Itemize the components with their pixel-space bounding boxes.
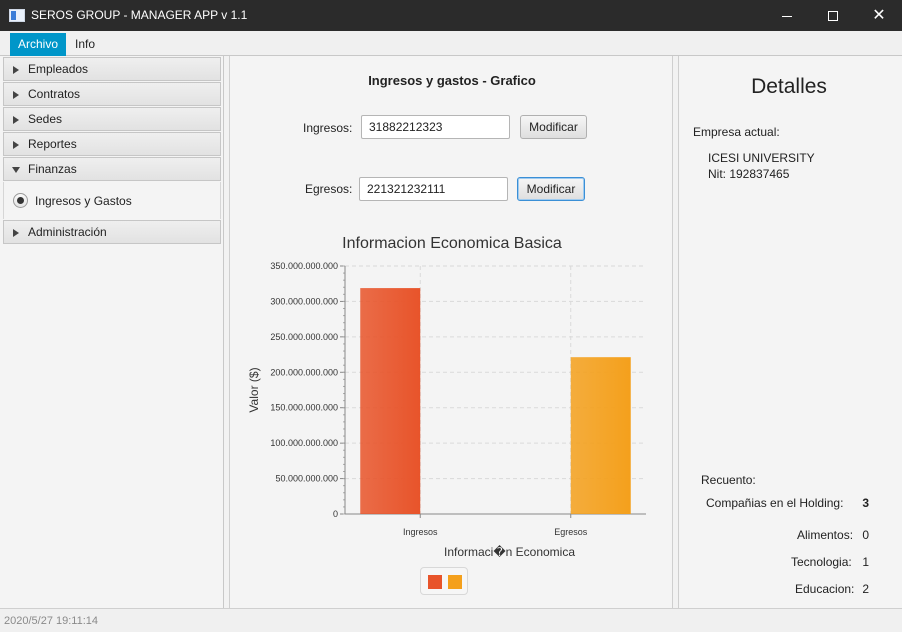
y-tick-label: 300.000.000.000 — [270, 296, 338, 306]
accordion-label: Administración — [28, 225, 107, 239]
y-tick-label: 350.000.000.000 — [270, 261, 338, 271]
menu-info[interactable]: Info — [67, 33, 103, 56]
legend-swatch-egresos — [448, 575, 462, 589]
menu-bar: Archivo Info — [0, 31, 902, 56]
tecnologia-value: 1 — [862, 555, 869, 569]
x-tick-label: Egresos — [554, 527, 588, 537]
y-tick-label: 250.000.000.000 — [270, 332, 338, 342]
empresa-actual-label: Empresa actual: — [693, 125, 780, 139]
y-tick-label: 150.000.000.000 — [270, 403, 338, 413]
y-axis-label: Valor ($) — [247, 367, 261, 412]
accordion-contratos[interactable]: Contratos — [3, 82, 221, 106]
accordion-empleados[interactable]: Empleados — [3, 57, 221, 81]
status-bar: 2020/5/27 19:11:14 — [0, 608, 902, 632]
holding-count-value: 3 — [862, 496, 869, 510]
y-tick-label: 50.000.000.000 — [275, 474, 338, 484]
close-icon: ✕ — [872, 7, 886, 24]
chevron-right-icon — [13, 66, 19, 74]
bar-chart: 0 50.000.000.000 100.000.000.000 150.000.00… — [247, 261, 646, 559]
chevron-right-icon — [13, 91, 19, 99]
bar-ingresos — [360, 288, 421, 514]
y-tick-label: 200.000.000.000 — [270, 367, 338, 377]
alimentos-label: Alimentos: — [797, 528, 854, 542]
details-panel: Detalles Empresa actual: ICESI UNIVERSIT… — [678, 56, 902, 608]
accordion-reportes[interactable]: Reportes — [3, 132, 221, 156]
holding-count-label: Compañias en el Holding: — [706, 496, 844, 510]
accordion-finanzas[interactable]: Finanzas — [3, 157, 221, 181]
ingresos-gastos-radio[interactable] — [13, 193, 28, 208]
x-tick-label: Ingresos — [403, 527, 438, 537]
y-tick-label: 100.000.000.000 — [270, 438, 338, 448]
tecnologia-label: Tecnologia: — [791, 555, 852, 569]
window-title: SEROS GROUP - MANAGER APP v 1.1 — [31, 8, 248, 22]
minimize-button[interactable] — [764, 0, 810, 31]
center-panel: Ingresos y gastos - Grafico Ingresos: 31… — [229, 56, 673, 608]
x-axis-label: Informaci�n Economica — [444, 545, 575, 559]
y-tick-label: 0 — [333, 509, 338, 519]
chevron-right-icon — [13, 229, 19, 237]
bar-egresos — [570, 357, 631, 514]
accordion-label: Empleados — [28, 62, 89, 76]
accordion-label: Reportes — [28, 137, 77, 151]
accordion-label: Finanzas — [28, 162, 77, 176]
educacion-label: Educacion: — [795, 582, 855, 596]
legend-swatch-ingresos — [428, 575, 442, 589]
chart-legend — [420, 567, 468, 595]
chevron-right-icon — [13, 116, 19, 124]
status-datetime: 2020/5/27 19:11:14 — [4, 615, 98, 627]
maximize-button[interactable] — [810, 0, 856, 31]
accordion-administracion[interactable]: Administración — [3, 220, 221, 244]
alimentos-value: 0 — [862, 528, 869, 542]
empresa-name: ICESI UNIVERSITY — [708, 151, 815, 165]
minimize-icon — [782, 15, 792, 17]
chevron-right-icon — [13, 141, 19, 149]
title-bar: SEROS GROUP - MANAGER APP v 1.1 ✕ — [0, 0, 902, 31]
recuento-label: Recuento: — [701, 473, 756, 487]
accordion-label: Contratos — [28, 87, 81, 101]
close-button[interactable]: ✕ — [856, 0, 902, 31]
chevron-down-icon — [12, 167, 20, 173]
maximize-icon — [828, 11, 838, 22]
accordion-sedes[interactable]: Sedes — [3, 107, 221, 131]
finanzas-content: Ingresos y Gastos — [3, 182, 221, 219]
ingresos-gastos-label[interactable]: Ingresos y Gastos — [35, 194, 132, 208]
empresa-nit: Nit: 192837465 — [708, 167, 790, 181]
accordion-label: Sedes — [28, 112, 63, 126]
app-icon — [9, 9, 25, 22]
educacion-value: 2 — [862, 582, 869, 596]
details-title: Detalles — [751, 75, 827, 98]
menu-archivo[interactable]: Archivo — [10, 33, 67, 56]
sidebar-accordion: Empleados Contratos Sedes Reportes Finan… — [0, 56, 224, 608]
